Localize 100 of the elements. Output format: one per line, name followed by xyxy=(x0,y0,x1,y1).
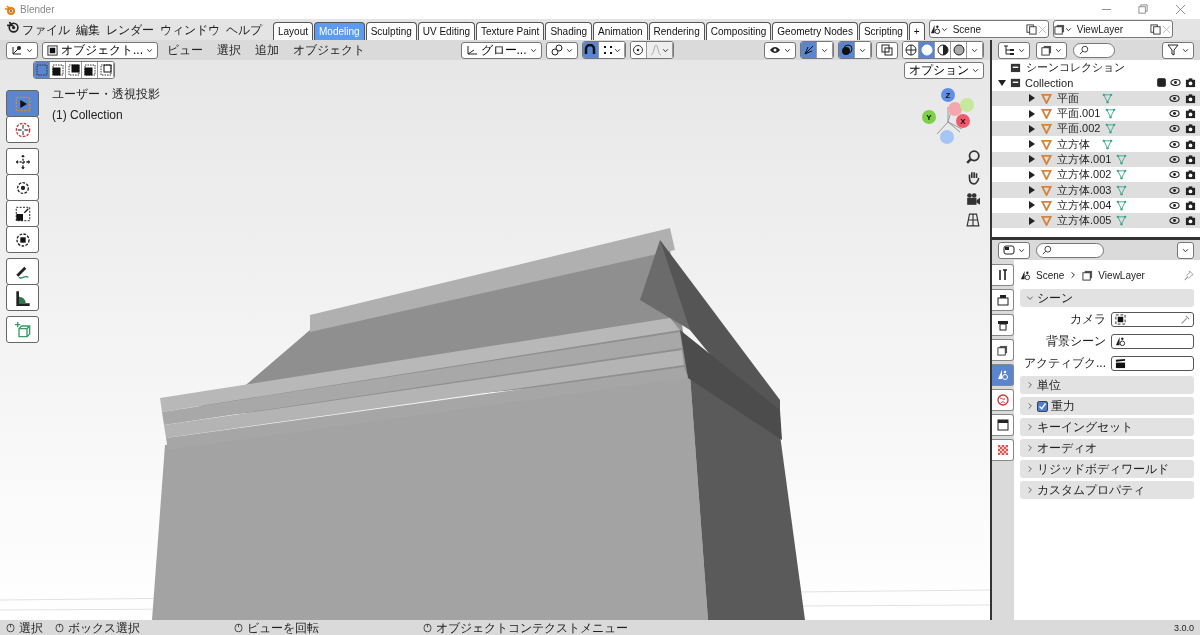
caret-icon[interactable] xyxy=(1028,201,1036,210)
overlay-toggle[interactable] xyxy=(839,42,855,58)
search-field[interactable] xyxy=(1036,242,1104,258)
options-dropdown[interactable]: オプション xyxy=(904,61,984,79)
tool-button[interactable] xyxy=(6,174,39,201)
panel-header[interactable]: 重力 xyxy=(1020,397,1194,415)
menu-item[interactable]: レンダー xyxy=(103,24,157,40)
gizmo-toggle[interactable] xyxy=(801,42,817,58)
workspace-tab[interactable]: Scripting xyxy=(858,22,908,40)
shading-mode-button[interactable] xyxy=(935,42,951,58)
caret-icon[interactable] xyxy=(1028,216,1036,225)
axis-z-handle[interactable]: Z xyxy=(941,88,955,102)
panel-header[interactable]: キーイングセット xyxy=(1020,418,1194,436)
axis-x-handle[interactable]: X xyxy=(956,114,970,128)
workspace-tab[interactable]: Compositing xyxy=(705,22,772,40)
select-mode-button[interactable] xyxy=(82,62,98,78)
breadcrumb-item[interactable]: Scene xyxy=(1036,269,1065,281)
tool-button[interactable] xyxy=(6,284,39,311)
workspace-tab[interactable]: Texture Paint xyxy=(476,22,545,40)
properties-tab[interactable] xyxy=(992,264,1014,286)
crosshair-icon xyxy=(14,121,31,138)
axis-handle[interactable] xyxy=(960,98,974,112)
object-label[interactable]: 立方体 xyxy=(1057,136,1097,152)
axis-y-handle[interactable]: Y xyxy=(922,110,936,124)
workspace-tab[interactable]: Sculpting xyxy=(365,22,417,40)
panel-header[interactable]: リジッドボディワールド xyxy=(1020,460,1194,478)
workspace-tab[interactable]: Shading xyxy=(545,22,593,40)
panel-header[interactable]: カスタムプロパティ xyxy=(1020,481,1194,499)
caret-icon[interactable] xyxy=(1028,94,1036,103)
axis-handle[interactable] xyxy=(948,102,962,116)
filter-button[interactable] xyxy=(1162,41,1194,59)
workspace-tab[interactable]: Layout xyxy=(273,22,314,40)
proportional-edit-button[interactable] xyxy=(630,42,647,58)
object-label[interactable]: 立方体.002 xyxy=(1057,167,1112,183)
workspace-tab[interactable]: Geometry Nodes xyxy=(772,22,858,40)
menu-item[interactable]: 編集 xyxy=(73,24,103,40)
pivot-dropdown[interactable] xyxy=(545,41,578,59)
shading-mode-button[interactable] xyxy=(951,42,967,58)
orientation-dropdown[interactable]: グロー... xyxy=(460,41,542,59)
caret-icon[interactable] xyxy=(1028,140,1036,149)
mesh-icon xyxy=(1105,108,1117,120)
header-menu[interactable]: 選択 xyxy=(212,41,246,59)
object-label[interactable]: 立方体.004 xyxy=(1057,197,1112,213)
panel-header[interactable]: シーン xyxy=(1020,289,1194,307)
outliner-icon xyxy=(1003,44,1015,56)
view-layer-field[interactable]: ViewLayer xyxy=(1052,20,1173,38)
object-label[interactable]: 平面 xyxy=(1057,90,1097,106)
panel-header[interactable]: オーディオ xyxy=(1020,439,1194,457)
breadcrumb-item[interactable]: ViewLayer xyxy=(1098,269,1145,281)
gravity-checkbox[interactable] xyxy=(1037,400,1048,412)
workspace-tab[interactable]: UV Editing xyxy=(417,22,475,40)
select-mode-button[interactable] xyxy=(50,62,66,78)
caret-icon[interactable] xyxy=(1028,109,1036,118)
select-mode-button[interactable] xyxy=(66,62,82,78)
caret-icon[interactable] xyxy=(1028,170,1036,179)
display-mode-button[interactable] xyxy=(1036,41,1067,59)
snap-toggle[interactable] xyxy=(582,42,599,58)
camera-icon xyxy=(1185,215,1196,227)
add-workspace-button[interactable]: + xyxy=(908,22,925,40)
panel-header[interactable]: 単位 xyxy=(1020,376,1194,394)
properties-tab[interactable] xyxy=(992,339,1014,361)
tool-button[interactable] xyxy=(6,258,39,285)
caret-icon[interactable] xyxy=(998,78,1006,87)
property-field[interactable] xyxy=(1111,312,1194,327)
collection-label[interactable]: Collection xyxy=(1025,76,1074,89)
exclude-checkbox[interactable] xyxy=(1157,78,1166,88)
workspace-tab[interactable]: Rendering xyxy=(648,22,705,40)
properties-tab[interactable] xyxy=(992,414,1014,436)
tool-button[interactable] xyxy=(6,226,39,253)
options-button[interactable] xyxy=(1177,241,1194,259)
tool-button[interactable] xyxy=(6,148,39,175)
version-label: 3.0.0 xyxy=(1173,622,1194,633)
property-field[interactable] xyxy=(1111,334,1194,349)
header-menu[interactable]: 追加 xyxy=(250,41,284,59)
mode-dropdown[interactable]: オブジェクト... xyxy=(42,41,158,59)
xray-button[interactable] xyxy=(876,41,898,59)
editor-type-button[interactable] xyxy=(6,41,38,59)
caret-icon[interactable] xyxy=(1028,186,1036,194)
axis-handle[interactable] xyxy=(940,130,954,144)
caret-icon[interactable] xyxy=(1028,124,1036,133)
visibility-dropdown[interactable] xyxy=(764,41,796,59)
property-field[interactable] xyxy=(1111,356,1194,371)
search-field[interactable] xyxy=(1073,42,1115,58)
select-mode-button[interactable] xyxy=(98,62,114,78)
header-menu[interactable]: ビュー xyxy=(162,41,208,59)
editor-type-button[interactable] xyxy=(998,241,1030,259)
properties-tab[interactable] xyxy=(992,314,1014,336)
shading-mode-button[interactable] xyxy=(903,42,919,58)
workspace-tab[interactable]: Animation xyxy=(593,22,648,40)
editor-type-button[interactable] xyxy=(998,41,1030,59)
properties-tab[interactable] xyxy=(992,289,1014,311)
header-menu[interactable]: オブジェクト xyxy=(288,41,370,59)
tool-button[interactable] xyxy=(6,200,39,227)
scene-field[interactable]: Scene xyxy=(928,20,1049,38)
menu-item[interactable]: ヘルプ xyxy=(223,24,265,40)
scene-icon xyxy=(1020,269,1031,281)
menu-item[interactable]: ファイル xyxy=(19,24,73,40)
menu-item[interactable]: ウィンドウ xyxy=(157,24,223,40)
caret-icon[interactable] xyxy=(1028,155,1036,164)
object-label[interactable]: 平面.001 xyxy=(1057,106,1101,122)
